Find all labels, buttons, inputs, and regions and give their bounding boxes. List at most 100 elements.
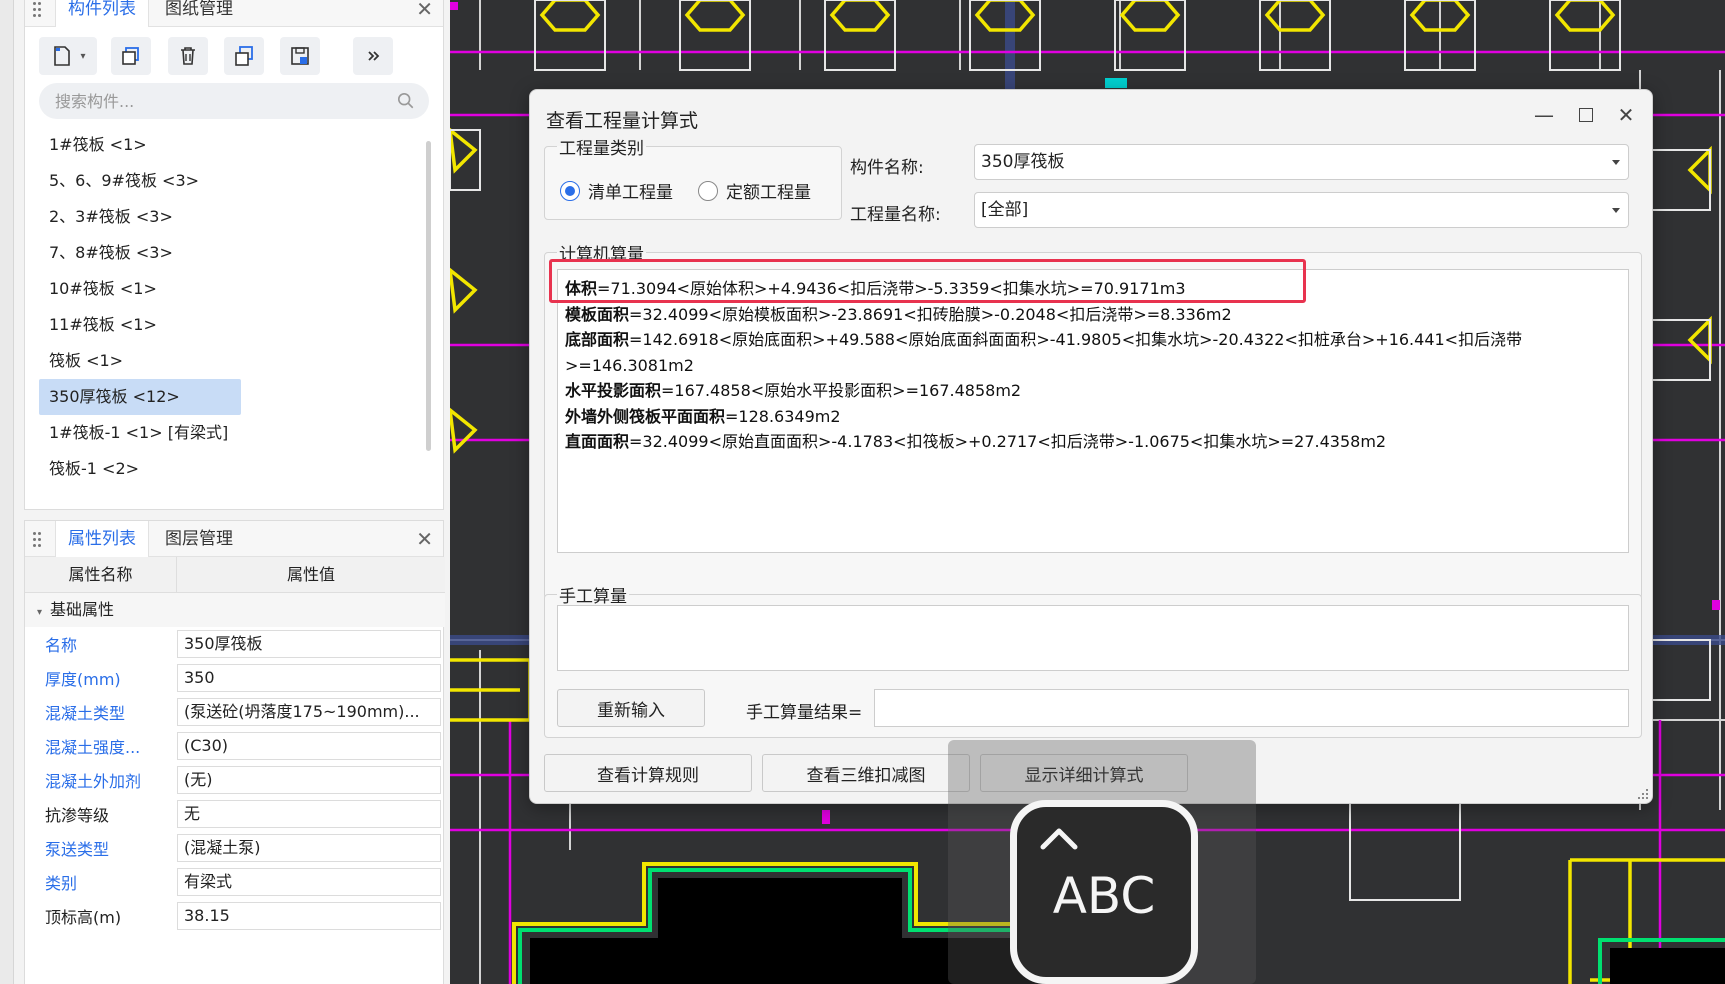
tab-drawing-management[interactable]: 图纸管理 xyxy=(153,0,245,27)
keyboard-mode-label: ABC xyxy=(1052,867,1156,925)
tab-component-list[interactable]: 构件列表 xyxy=(55,0,149,27)
manual-result-label: 手工算量结果= xyxy=(746,703,863,723)
component-name-select[interactable]: 350厚筏板 xyxy=(974,144,1629,180)
resize-grip-icon[interactable] xyxy=(1638,789,1648,799)
list-scrollbar[interactable] xyxy=(426,141,431,451)
view-3d-deduction-button[interactable]: 查看三维扣减图 xyxy=(762,754,970,792)
close-button[interactable]: ✕ xyxy=(1608,100,1644,130)
property-value[interactable]: 38.15 xyxy=(177,902,441,930)
quantity-name-select[interactable]: [全部] xyxy=(974,192,1629,228)
list-item[interactable]: 2、3#筏板 <3> xyxy=(39,199,429,235)
footing-shape xyxy=(1264,0,1326,32)
table-row: 类别 有梁式 xyxy=(25,865,445,899)
property-name: 名称 xyxy=(45,636,78,655)
column-header-value: 属性值 xyxy=(286,565,335,584)
search-icon[interactable] xyxy=(397,92,415,110)
component-list-panel: 构件列表 图纸管理 ✕ ▾ 搜索构件... 1#筏板 <1> 5、6、9#筏板 … xyxy=(24,0,444,510)
search-input[interactable] xyxy=(55,83,375,119)
radio-quota-label: 定额工程量 xyxy=(726,183,811,203)
property-name: 抗渗等级 xyxy=(45,806,110,825)
property-value[interactable]: (C30) xyxy=(177,732,441,760)
keyboard-abc-button[interactable]: ABC xyxy=(1010,800,1198,984)
footing-shape xyxy=(1554,0,1616,32)
view-calc-rules-button[interactable]: 查看计算规则 xyxy=(544,754,752,792)
manual-result-input[interactable] xyxy=(874,689,1629,727)
list-item[interactable]: 1#筏板 <1> xyxy=(39,127,429,163)
minimize-button[interactable]: — xyxy=(1526,100,1562,130)
property-value[interactable]: 无 xyxy=(177,800,441,828)
quantity-category-legend: 工程量类别 xyxy=(559,139,644,159)
formula-label: 模板面积 xyxy=(565,304,630,324)
collapse-triangle-icon: ▾ xyxy=(37,607,43,618)
formula-line: 水平投影面积=167.4858<原始水平投影面积>=167.4858m2 xyxy=(565,378,1625,404)
radio-unchecked-icon xyxy=(698,180,718,201)
caret-up-icon xyxy=(1040,828,1078,850)
footing-shape xyxy=(539,0,601,32)
property-name: 厚度(mm) xyxy=(45,670,121,689)
footing-shape xyxy=(829,0,891,32)
column-header-name: 属性名称 xyxy=(25,557,177,592)
save-as-button[interactable] xyxy=(280,37,320,75)
left-sidebar: 构件列表 图纸管理 ✕ ▾ 搜索构件... 1#筏板 <1> 5、6、9#筏板 … xyxy=(0,0,450,984)
property-name: 混凝土强度... xyxy=(45,738,141,757)
formula-text: =32.4099<原始直面面积>-4.1783<扣筏板>+0.2717<扣后浇带… xyxy=(629,432,1387,451)
property-value[interactable]: (混凝土泵) xyxy=(177,834,441,862)
list-item[interactable]: 筏板-1 <2> xyxy=(39,451,429,487)
property-value[interactable]: 350 xyxy=(177,664,441,692)
copy-button[interactable] xyxy=(111,37,151,75)
formula-text: =167.4858<原始水平投影面积>=167.4858m2 xyxy=(661,381,1022,400)
tab-property-list[interactable]: 属性列表 xyxy=(55,521,149,557)
component-name-label: 构件名称: xyxy=(850,158,924,178)
close-icon[interactable]: ✕ xyxy=(416,527,433,551)
property-value[interactable]: 350厚筏板 xyxy=(177,630,441,658)
list-item[interactable]: 11#筏板 <1> xyxy=(39,307,429,343)
radio-checked-icon xyxy=(560,180,580,201)
radio-bill-quantity[interactable]: 清单工程量 xyxy=(560,178,673,203)
property-value[interactable]: (泵送砼(坍落度175~190mm)... xyxy=(177,698,441,726)
delete-button[interactable] xyxy=(168,37,208,75)
list-item[interactable]: 10#筏板 <1> xyxy=(39,271,429,307)
component-search xyxy=(39,83,429,119)
drag-handle-icon[interactable] xyxy=(33,530,43,548)
save-icon xyxy=(291,47,309,65)
formula-text: =128.6349m2 xyxy=(725,406,841,426)
trash-icon xyxy=(181,47,195,65)
property-value[interactable]: (无) xyxy=(177,766,441,794)
formula-label: 水平投影面积 xyxy=(565,381,662,400)
property-value[interactable]: 有梁式 xyxy=(177,868,441,896)
double-chevron-right-icon xyxy=(368,51,380,61)
copy-icon xyxy=(122,47,139,65)
table-row: 混凝土强度... (C30) xyxy=(25,729,445,763)
manual-input-textarea[interactable] xyxy=(557,605,1629,671)
close-icon[interactable]: ✕ xyxy=(416,0,433,21)
table-row: 顶标高(m) 38.15 xyxy=(25,899,445,933)
table-row: 名称 350厚筏板 xyxy=(25,627,445,661)
list-item[interactable]: 1#筏板-1 <1> [有梁式] xyxy=(39,415,429,451)
maximize-button[interactable] xyxy=(1568,100,1604,130)
radio-quota-quantity[interactable]: 定额工程量 xyxy=(698,178,811,203)
close-icon: ✕ xyxy=(1617,103,1635,127)
quantity-formula-dialog: 查看工程量计算式 — ✕ 工程量类别 清单工程量 定额工程量 构件名称: 350… xyxy=(529,89,1653,804)
more-tools-button[interactable] xyxy=(353,37,393,75)
tab-layer-management[interactable]: 图层管理 xyxy=(153,521,245,557)
property-name: 泵送类型 xyxy=(45,840,110,859)
component-list: 1#筏板 <1> 5、6、9#筏板 <3> 2、3#筏板 <3> 7、8#筏板 <3>… xyxy=(39,127,429,487)
property-name: 类别 xyxy=(45,874,78,893)
property-group[interactable]: ▾ 基础属性 xyxy=(25,593,445,627)
list-item[interactable]: 5、6、9#筏板 <3> xyxy=(39,163,429,199)
quantity-category-group: 工程量类别 xyxy=(544,134,842,220)
footing-shape xyxy=(684,0,746,32)
duplicate-layer-button[interactable] xyxy=(224,37,264,75)
drag-handle-icon[interactable] xyxy=(33,0,43,18)
list-item[interactable]: 7、8#筏板 <3> xyxy=(39,235,429,271)
formula-line: 模板面积=32.4099<原始模板面积>-23.8691<扣砖胎膜>-0.204… xyxy=(565,302,1625,328)
table-row: 抗渗等级 无 xyxy=(25,797,445,831)
formula-line: 底部面积=142.6918<原始底面积>+49.588<原始底面斜面面积>-41… xyxy=(565,327,1625,378)
footing-shape xyxy=(1119,0,1181,32)
new-component-button[interactable]: ▾ xyxy=(39,37,97,75)
property-table-header: 属性名称 属性值 xyxy=(25,557,445,593)
list-item[interactable]: 筏板 <1> xyxy=(39,343,429,379)
reinput-button[interactable]: 重新输入 xyxy=(557,689,705,727)
quantity-name-label: 工程量名称: xyxy=(850,205,941,225)
list-item[interactable]: 350厚筏板 <12> xyxy=(39,379,241,415)
